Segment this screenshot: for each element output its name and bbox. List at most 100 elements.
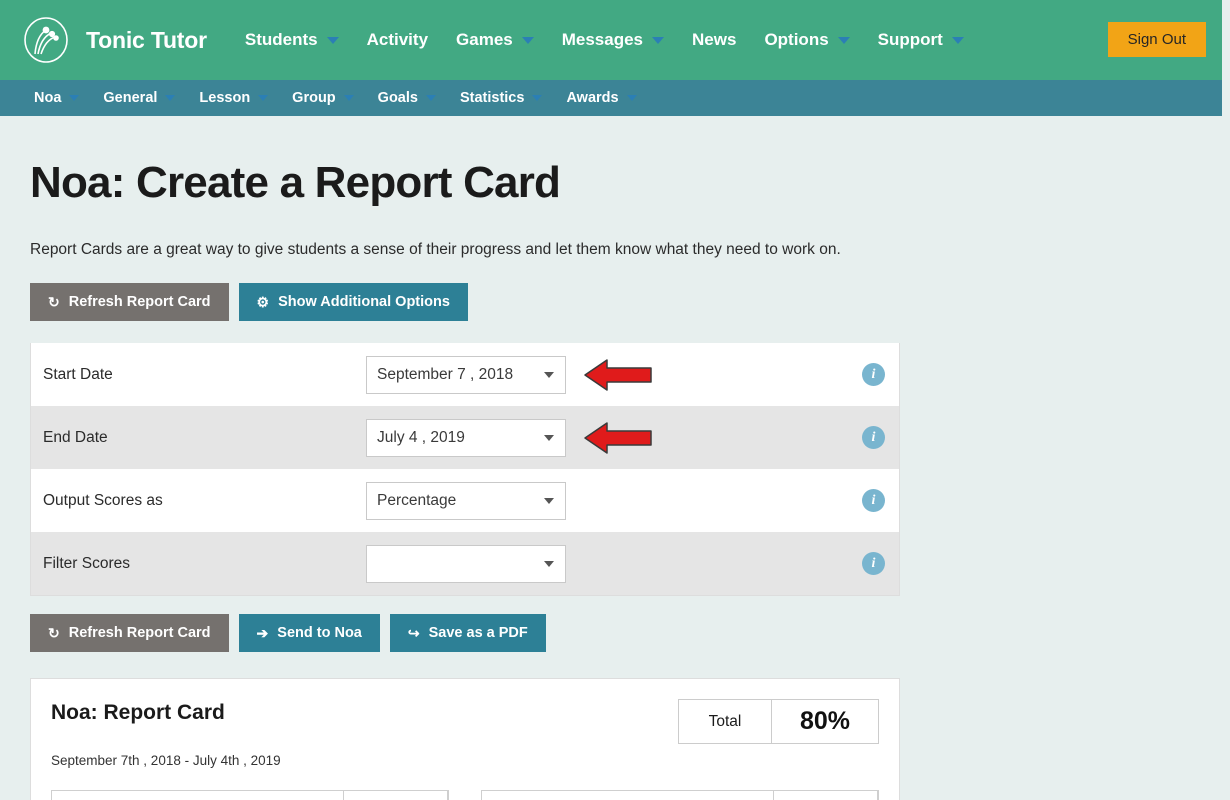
start-date-select[interactable]: September 7 , 2018 [366,356,566,394]
annotation-arrow-start-date [583,357,653,393]
chevron-down-icon [426,95,436,101]
refresh-icon: ↻ [48,626,60,640]
sub-nav-label: General [103,90,157,106]
form-row-start-date: Start Date September 7 , 2018 i [31,343,899,406]
output-scores-label: Output Scores as [43,492,366,510]
report-card-panel: Noa: Report Card September 7th , 2018 - … [30,678,900,800]
table-header-blank [774,791,878,800]
form-row-filter-scores: Filter Scores i [31,532,899,595]
scrollbar-gutter[interactable] [1222,0,1230,800]
button-label: Refresh Report Card [69,625,211,641]
annotation-arrow-end-date [583,420,653,456]
total-value: 80% [772,700,878,743]
filter-scores-label: Filter Scores [43,555,366,573]
end-date-select[interactable]: July 4 , 2019 [366,419,566,457]
table-header-keyboard: Keyboard [52,791,344,800]
chevron-down-icon [652,37,664,44]
button-label: Send to Noa [277,625,362,641]
chevron-down-icon [532,95,542,101]
gear-icon: ⚙ [257,295,270,309]
top-navigation-bar: Tonic Tutor Students Activity Games Mess… [0,0,1230,80]
chevron-down-icon [258,95,268,101]
end-date-value: July 4 , 2019 [377,429,465,447]
sign-out-button[interactable]: Sign Out [1108,22,1206,57]
sidebar-item-lesson[interactable]: Lesson [187,90,280,106]
report-card-date-range: September 7th , 2018 - July 4th , 2019 [51,753,879,768]
chevron-down-icon [544,435,554,441]
refresh-icon: ↻ [48,295,60,309]
nav-item-news[interactable]: News [678,30,750,50]
chevron-down-icon [627,95,637,101]
button-label: Show Additional Options [278,294,450,310]
sidebar-item-goals[interactable]: Goals [366,90,448,106]
nav-item-label: News [692,30,736,50]
tonic-tutor-logo-icon[interactable] [22,16,70,64]
page-description: Report Cards are a great way to give stu… [30,241,1200,259]
form-row-output-scores: Output Scores as Percentage i [31,469,899,532]
nav-item-games[interactable]: Games [442,30,548,50]
sub-nav-label: Group [292,90,336,106]
nav-item-label: Games [456,30,513,50]
form-row-end-date: End Date July 4 , 2019 i [31,406,899,469]
page-title: Noa: Create a Report Card [30,158,1200,208]
output-scores-select[interactable]: Percentage [366,482,566,520]
chevron-down-icon [327,37,339,44]
button-label: Refresh Report Card [69,294,211,310]
nav-item-label: Students [245,30,318,50]
info-icon[interactable]: i [862,552,885,575]
chevron-down-icon [838,37,850,44]
brand-name[interactable]: Tonic Tutor [86,27,207,54]
end-date-label: End Date [43,429,366,447]
show-additional-options-button[interactable]: ⚙ Show Additional Options [239,283,468,321]
report-card-tables: Keyboard Visual [51,790,879,800]
sidebar-item-awards[interactable]: Awards [554,90,648,106]
nav-item-label: Support [878,30,943,50]
info-icon[interactable]: i [862,489,885,512]
chevron-down-icon [544,372,554,378]
info-icon[interactable]: i [862,426,885,449]
send-to-noa-button[interactable]: ➔ Send to Noa [239,614,380,652]
report-options-form: Start Date September 7 , 2018 i End Date… [30,343,900,596]
refresh-report-card-button-bottom[interactable]: ↻ Refresh Report Card [30,614,229,652]
sub-nav-label: Awards [566,90,618,106]
sub-nav-label: Statistics [460,90,524,106]
filter-scores-select[interactable] [366,545,566,583]
report-table-visual: Visual [481,790,879,800]
nav-item-support[interactable]: Support [864,30,978,50]
info-icon[interactable]: i [862,363,885,386]
sub-nav-label: Noa [34,90,61,106]
chevron-down-icon [344,95,354,101]
sidebar-item-group[interactable]: Group [280,90,366,106]
chevron-down-icon [522,37,534,44]
start-date-label: Start Date [43,366,366,384]
sub-navigation-bar: Noa General Lesson Group Goals Statistic… [0,80,1230,116]
top-button-row: ↻ Refresh Report Card ⚙ Show Additional … [30,283,1200,321]
chevron-down-icon [69,95,79,101]
sidebar-item-statistics[interactable]: Statistics [448,90,554,106]
report-table-keyboard: Keyboard [51,790,449,800]
total-label: Total [679,700,772,743]
nav-item-label: Options [764,30,828,50]
bottom-button-row: ↻ Refresh Report Card ➔ Send to Noa ↪ Sa… [30,614,1200,652]
nav-item-activity[interactable]: Activity [353,30,442,50]
nav-item-messages[interactable]: Messages [548,30,678,50]
chevron-down-icon [544,498,554,504]
nav-item-label: Messages [562,30,643,50]
nav-item-options[interactable]: Options [750,30,863,50]
page-content: Noa: Create a Report Card Report Cards a… [0,158,1230,800]
refresh-report-card-button-top[interactable]: ↻ Refresh Report Card [30,283,229,321]
chevron-down-icon [544,561,554,567]
sub-nav-label: Goals [378,90,418,106]
total-score-box: Total 80% [678,699,879,744]
save-pdf-icon: ↪ [408,626,420,640]
table-header-visual: Visual [482,791,774,800]
nav-item-label: Activity [367,30,428,50]
arrow-right-icon: ➔ [257,626,269,640]
top-nav-items: Students Activity Games Messages News Op… [231,30,978,50]
save-as-pdf-button[interactable]: ↪ Save as a PDF [390,614,546,652]
output-scores-value: Percentage [377,492,456,510]
sidebar-item-general[interactable]: General [91,90,187,106]
nav-item-students[interactable]: Students [231,30,353,50]
sidebar-item-noa[interactable]: Noa [22,90,91,106]
start-date-value: September 7 , 2018 [377,366,513,384]
